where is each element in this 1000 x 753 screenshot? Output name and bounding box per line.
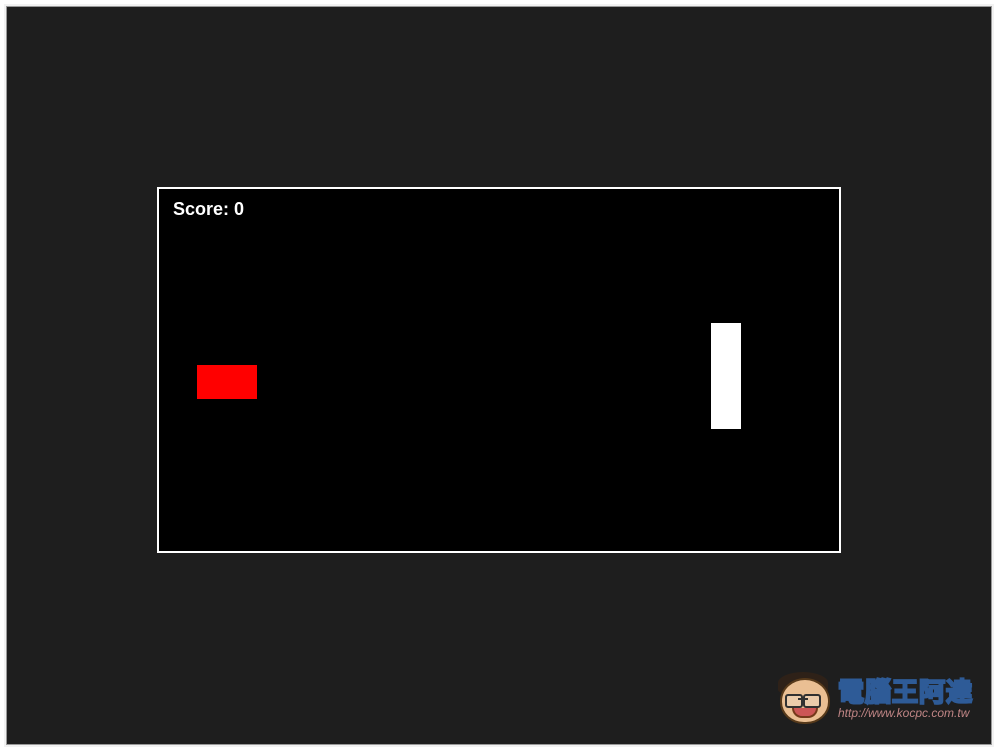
watermark-text: 電腦王阿達 http://www.kocpc.com.tw xyxy=(838,679,973,719)
player-block[interactable] xyxy=(197,365,257,399)
score-display: Score: 0 xyxy=(173,199,244,220)
score-value: 0 xyxy=(234,199,244,219)
score-label: Score: xyxy=(173,199,229,219)
watermark: 電腦王阿達 http://www.kocpc.com.tw xyxy=(776,672,973,726)
game-canvas[interactable]: Score: 0 xyxy=(159,189,839,551)
app-window: Score: 0 電腦王阿達 http://www.kocpc.com.tw xyxy=(6,6,992,745)
watermark-title: 電腦王阿達 xyxy=(838,679,973,705)
game-canvas-frame: Score: 0 xyxy=(157,187,841,553)
watermark-avatar-icon xyxy=(776,672,830,726)
watermark-url: http://www.kocpc.com.tw xyxy=(838,707,973,719)
paddle[interactable] xyxy=(711,323,741,429)
